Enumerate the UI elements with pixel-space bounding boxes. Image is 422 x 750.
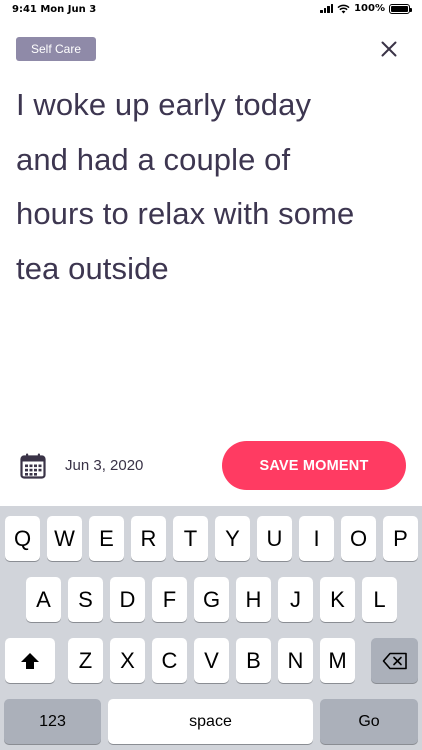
key-h[interactable]: H xyxy=(236,577,271,622)
date-label[interactable]: Jun 3, 2020 xyxy=(65,457,143,474)
key-c[interactable]: C xyxy=(152,638,187,683)
key-t[interactable]: T xyxy=(173,516,208,561)
moment-line: and had a couple of xyxy=(16,141,291,177)
key-a[interactable]: A xyxy=(26,577,61,622)
moment-line: I woke up early today xyxy=(16,87,312,122)
key-w[interactable]: W xyxy=(47,516,82,561)
wifi-icon xyxy=(337,4,350,13)
key-i[interactable]: I xyxy=(299,516,334,561)
battery-icon xyxy=(389,3,412,14)
keyboard: Q W E R T Y U I O P A S D F G H J K L Z … xyxy=(0,506,422,750)
key-l[interactable]: L xyxy=(362,577,397,622)
key-d[interactable]: D xyxy=(110,577,145,622)
signal-icon xyxy=(320,4,334,13)
backspace-key[interactable] xyxy=(371,638,418,683)
key-b[interactable]: B xyxy=(236,638,271,683)
close-button[interactable] xyxy=(374,34,404,64)
key-k[interactable]: K xyxy=(320,577,355,622)
key-y[interactable]: Y xyxy=(215,516,250,561)
moment-line: tea outside xyxy=(16,250,169,286)
numbers-key[interactable]: 123 xyxy=(4,699,101,744)
key-g[interactable]: G xyxy=(194,577,229,622)
key-z[interactable]: Z xyxy=(68,638,103,683)
shift-icon xyxy=(21,652,39,669)
key-u[interactable]: U xyxy=(257,516,292,561)
key-r[interactable]: R xyxy=(131,516,166,561)
save-moment-button[interactable]: SAVE MOMENT xyxy=(222,441,406,490)
key-s[interactable]: S xyxy=(68,577,103,622)
key-j[interactable]: J xyxy=(278,577,313,622)
status-bar: 9:41 Mon Jun 3 100% xyxy=(0,0,422,20)
key-n[interactable]: N xyxy=(278,638,313,683)
key-x[interactable]: X xyxy=(110,638,145,683)
battery-percent: 100% xyxy=(354,3,385,14)
category-tag[interactable]: Self Care xyxy=(16,37,97,61)
backspace-icon xyxy=(382,652,407,669)
status-time: 9:41 Mon Jun 3 xyxy=(12,4,97,15)
space-key[interactable]: space xyxy=(108,699,313,744)
key-e[interactable]: E xyxy=(89,516,124,561)
key-v[interactable]: V xyxy=(194,638,229,683)
go-key[interactable]: Go xyxy=(320,699,418,744)
key-o[interactable]: O xyxy=(341,516,376,561)
key-q[interactable]: Q xyxy=(5,516,40,561)
calendar-icon[interactable] xyxy=(20,453,46,479)
moment-text-input[interactable]: I woke up early today and had a couple o… xyxy=(16,78,412,296)
close-icon xyxy=(381,41,397,57)
key-f[interactable]: F xyxy=(152,577,187,622)
status-indicators: 100% xyxy=(320,3,412,14)
key-p[interactable]: P xyxy=(383,516,418,561)
key-m[interactable]: M xyxy=(320,638,355,683)
moment-line: hours to relax with some xyxy=(16,196,355,231)
shift-key[interactable] xyxy=(5,638,55,683)
